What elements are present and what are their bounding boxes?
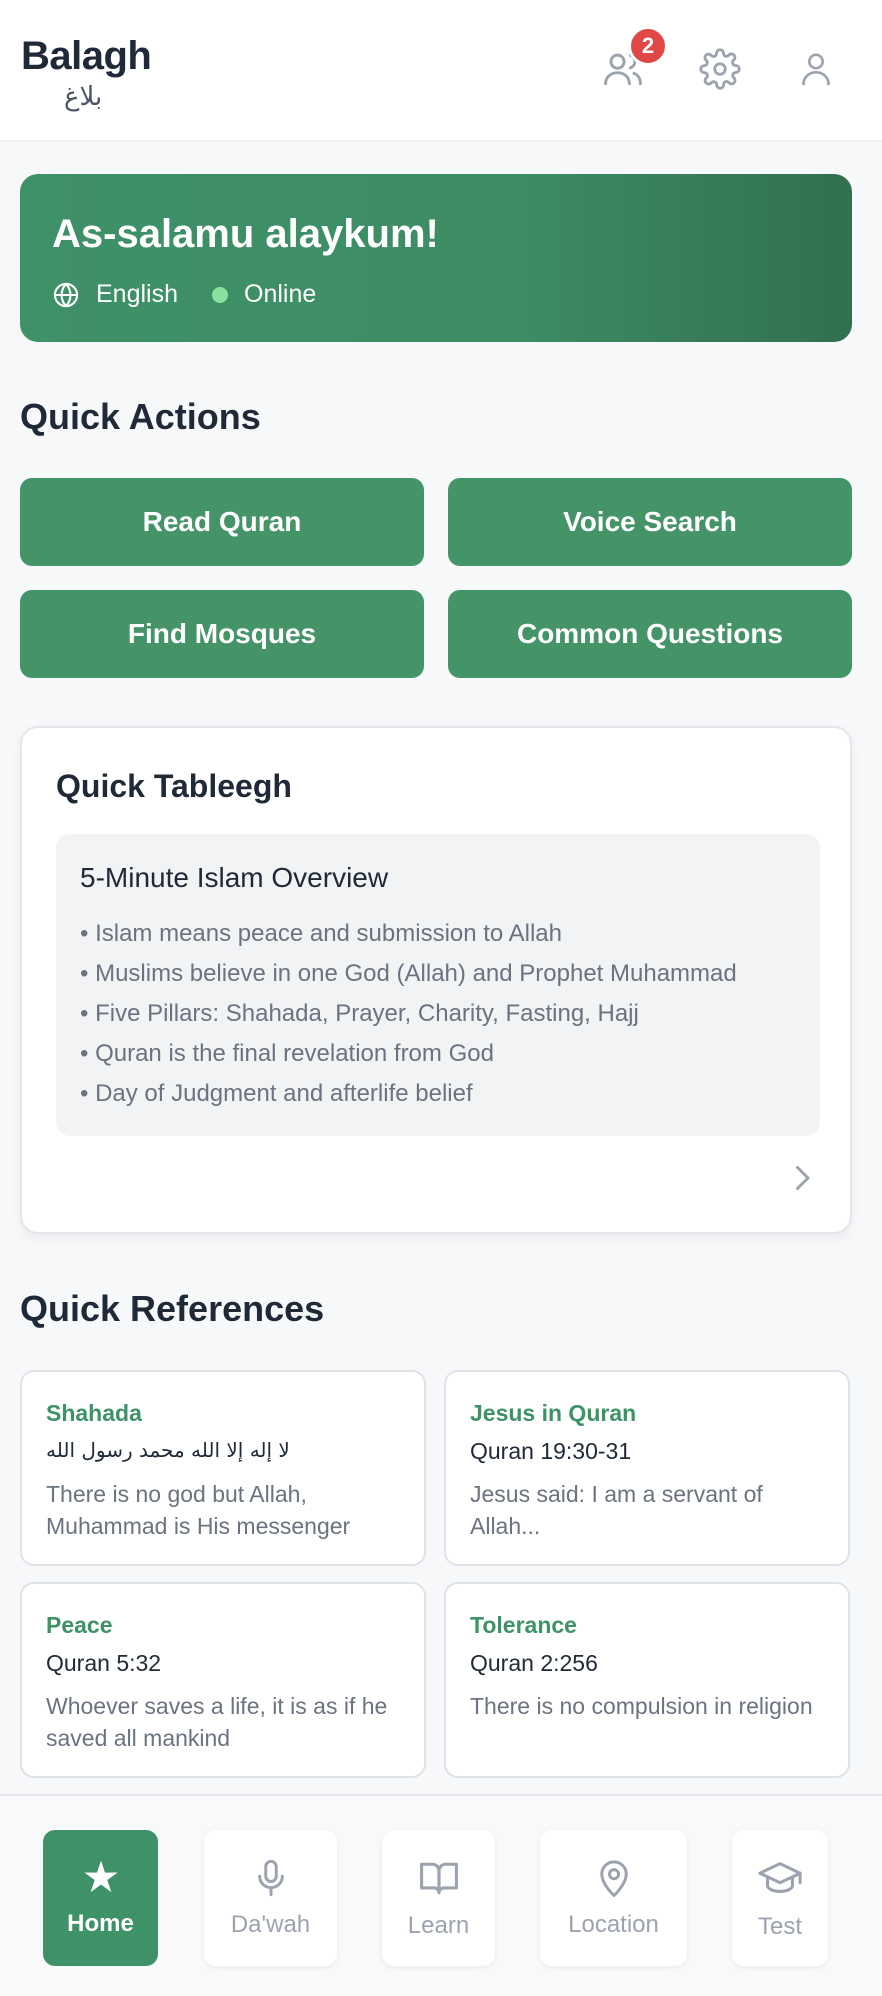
list-item: • Five Pillars: Shahada, Prayer, Charity… xyxy=(80,1000,639,1027)
bottom-navigation: Home Da'wah Learn Location Test xyxy=(0,1794,882,1996)
nav-home[interactable]: Home xyxy=(43,1830,158,1966)
nav-label: Home xyxy=(67,1910,134,1937)
online-status-dot xyxy=(212,286,228,303)
reference-text: There is no god but Allah, Muhammad is H… xyxy=(46,1481,351,1539)
gear-icon xyxy=(699,48,741,90)
language-label: English xyxy=(96,280,178,308)
quick-tableegh-title: Quick Tableegh xyxy=(56,768,292,804)
nav-label: Learn xyxy=(407,1912,470,1939)
list-item: • Quran is the final revelation from God xyxy=(80,1040,494,1067)
globe-icon xyxy=(53,282,79,307)
nav-learn[interactable]: Learn xyxy=(382,1830,495,1966)
notification-badge: 2 xyxy=(628,26,668,66)
reference-source: Quran 19:30-31 xyxy=(470,1438,632,1464)
chevron-right-icon[interactable] xyxy=(784,1160,820,1196)
reference-card-shahada[interactable]: Shahada لا إله إلا الله محمد رسول الله T… xyxy=(20,1370,426,1566)
islam-overview-box: 5-Minute Islam Overview • Islam means pe… xyxy=(56,834,820,1136)
greeting-title: As-salamu alaykum! xyxy=(52,212,439,256)
overview-title: 5-Minute Islam Overview xyxy=(80,862,389,893)
reference-source: Quran 5:32 xyxy=(46,1650,162,1676)
reference-arabic-text: لا إله إلا الله محمد رسول الله xyxy=(46,1438,290,1462)
reference-text: There is no compulsion in religion xyxy=(470,1693,813,1719)
nav-label: Test xyxy=(757,1913,802,1940)
read-quran-button[interactable]: Read Quran xyxy=(20,478,424,566)
greeting-banner: As-salamu alaykum! English Online xyxy=(20,174,852,342)
voice-search-button[interactable]: Voice Search xyxy=(448,478,852,566)
map-pin-icon xyxy=(599,1860,628,1897)
common-questions-button[interactable]: Common Questions xyxy=(448,590,852,678)
reference-label: Tolerance xyxy=(470,1612,577,1638)
reference-source: Quran 2:256 xyxy=(470,1650,598,1676)
graduation-cap-icon xyxy=(758,1862,802,1893)
overview-points: • Islam means peace and submission to Al… xyxy=(80,914,737,1114)
reference-label: Peace xyxy=(46,1612,113,1638)
reference-card-tolerance[interactable]: Tolerance Quran 2:256 There is no compul… xyxy=(444,1582,850,1778)
list-item: • Islam means peace and submission to Al… xyxy=(80,920,562,947)
reference-text: Whoever saves a life, it is as if he sav… xyxy=(46,1693,388,1751)
user-icon xyxy=(802,53,830,86)
status-label: Online xyxy=(244,280,317,308)
list-item: • Day of Judgment and afterlife belief xyxy=(80,1080,473,1107)
nav-test[interactable]: Test xyxy=(732,1830,828,1966)
nav-label: Da'wah xyxy=(230,1911,311,1938)
find-mosques-button[interactable]: Find Mosques xyxy=(20,590,424,678)
reference-label: Jesus in Quran xyxy=(470,1400,637,1426)
nav-label: Location xyxy=(568,1911,659,1938)
quick-references-title: Quick References xyxy=(20,1288,325,1329)
reference-card-jesus-in-quran[interactable]: Jesus in Quran Quran 19:30-31 Jesus said… xyxy=(444,1370,850,1566)
list-item: • Muslims believe in one God (Allah) and… xyxy=(80,960,737,987)
app-header: Balagh بلاغ 2 xyxy=(0,0,882,142)
quick-actions-title: Quick Actions xyxy=(20,396,261,437)
nav-location[interactable]: Location xyxy=(540,1830,687,1966)
brand-title: Balagh xyxy=(21,34,152,78)
banner-meta: English Online xyxy=(52,280,316,309)
settings-button[interactable] xyxy=(695,44,745,94)
quick-tableegh-card: Quick Tableegh 5-Minute Islam Overview •… xyxy=(20,726,852,1234)
profile-button[interactable] xyxy=(791,44,841,94)
reference-text: Jesus said: I am a servant of Allah... xyxy=(470,1481,763,1539)
book-icon xyxy=(419,1862,458,1895)
nav-dawah[interactable]: Da'wah xyxy=(204,1830,337,1966)
star-icon xyxy=(83,1860,118,1893)
reference-label: Shahada xyxy=(46,1400,142,1426)
brand-subtitle-arabic: بلاغ xyxy=(64,82,103,112)
reference-card-peace[interactable]: Peace Quran 5:32 Whoever saves a life, i… xyxy=(20,1582,426,1778)
microphone-icon xyxy=(257,1859,284,1897)
